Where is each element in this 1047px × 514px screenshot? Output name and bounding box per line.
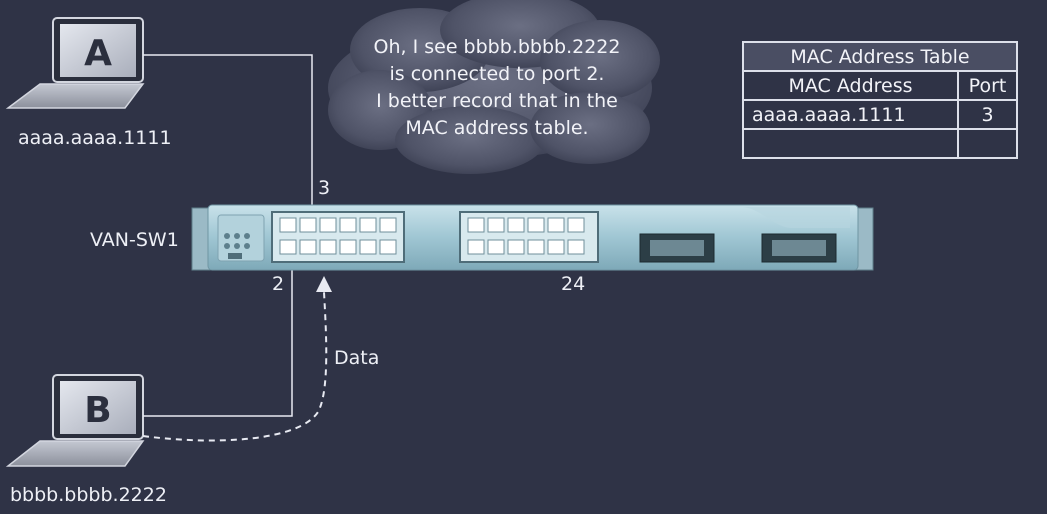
thought-line: I better record that in the bbox=[376, 90, 618, 112]
link-b-to-port-2 bbox=[143, 255, 293, 417]
diagram-canvas: A B aaaa.aaaa.1111 bbbb.bbbb.2222 VAN-SW… bbox=[0, 0, 1047, 514]
mac-table-header-mac: MAC Address bbox=[742, 70, 959, 101]
uplink-module-2 bbox=[761, 233, 837, 263]
laptop-b-icon: B bbox=[5, 374, 145, 467]
mac-table-title: MAC Address Table bbox=[741, 41, 1019, 72]
laptop-b-letter: B bbox=[84, 390, 111, 431]
table-row bbox=[742, 128, 1019, 159]
port-block-1 bbox=[271, 211, 405, 263]
port-block-2 bbox=[459, 211, 599, 263]
switch-van-sw1 bbox=[191, 204, 874, 271]
laptop-a-letter: A bbox=[84, 33, 112, 74]
table-row: aaaa.aaaa.1111 3 bbox=[742, 99, 1019, 130]
mac-table-cell-port: 3 bbox=[956, 99, 1019, 130]
thought-line: is connected to port 2. bbox=[389, 63, 605, 85]
thought-line: MAC address table. bbox=[405, 117, 589, 139]
port-2-label: 2 bbox=[272, 273, 285, 295]
thought-line: Oh, I see bbbb.bbbb.2222 bbox=[373, 36, 621, 58]
mac-table-cell-mac: aaaa.aaaa.1111 bbox=[742, 99, 959, 130]
mac-table-cell-mac bbox=[742, 128, 959, 159]
thought-text: Oh, I see bbbb.bbbb.2222 is connected to… bbox=[352, 34, 642, 142]
mac-address-table: MAC Address Table MAC Address Port aaaa.… bbox=[741, 41, 1019, 159]
host-b-mac-label: bbbb.bbbb.2222 bbox=[10, 484, 167, 506]
mac-table-header-port: Port bbox=[956, 70, 1019, 101]
uplink-module-1 bbox=[639, 233, 715, 263]
data-flow-arrow bbox=[142, 291, 328, 442]
laptop-a-icon: A bbox=[5, 17, 145, 109]
host-a-mac-label: aaaa.aaaa.1111 bbox=[18, 127, 172, 149]
port-24-label: 24 bbox=[561, 273, 586, 295]
data-label: Data bbox=[334, 347, 380, 369]
switch-name-label: VAN-SW1 bbox=[90, 229, 179, 251]
data-arrowhead bbox=[316, 276, 332, 292]
port-3-label: 3 bbox=[318, 177, 331, 199]
mac-table-cell-port bbox=[956, 128, 1019, 159]
